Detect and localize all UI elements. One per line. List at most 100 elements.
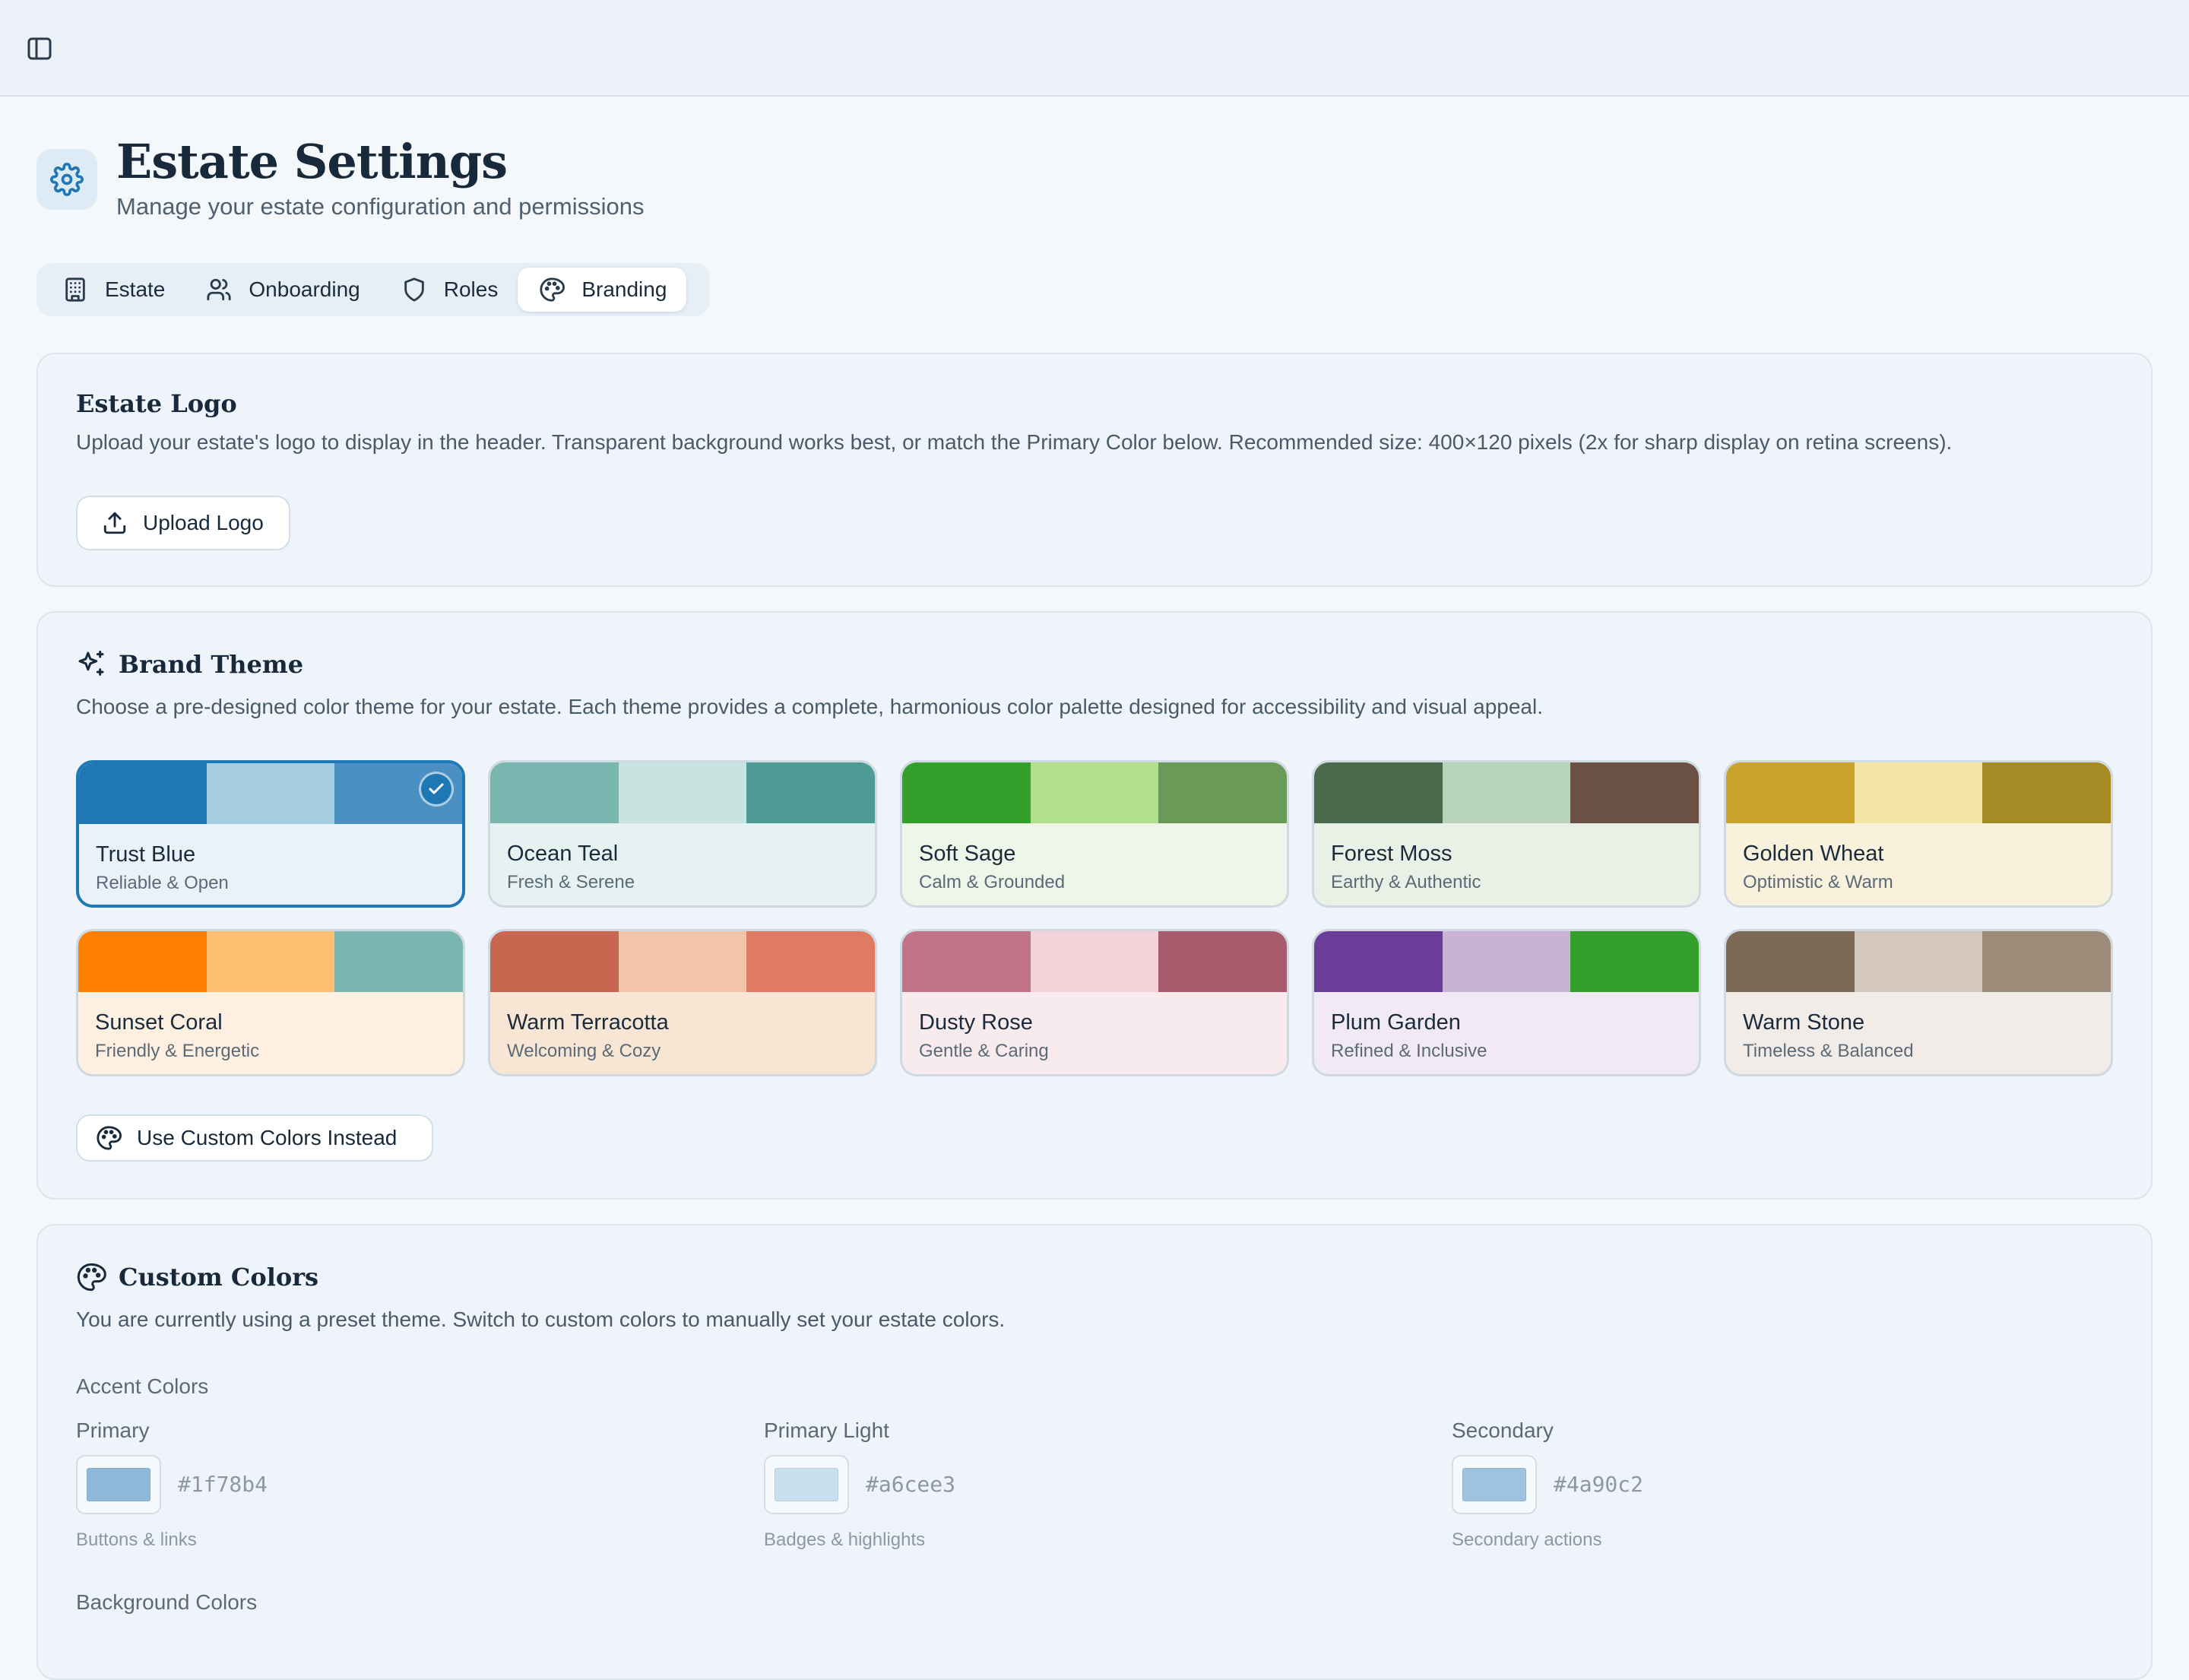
primary-light-color-hint: Badges & highlights bbox=[764, 1529, 926, 1550]
theme-card[interactable]: Ocean Teal Fresh & Serene bbox=[488, 760, 877, 908]
theme-swatch bbox=[79, 763, 207, 824]
theme-swatches bbox=[79, 763, 462, 824]
background-colors-label: Background Colors bbox=[76, 1590, 258, 1614]
theme-swatch bbox=[1158, 931, 1287, 992]
theme-card[interactable]: Warm Stone Timeless & Balanced bbox=[1724, 929, 2113, 1076]
theme-swatch bbox=[490, 931, 619, 992]
estate-logo-card: Estate Logo Upload your estate's logo to… bbox=[36, 353, 2153, 587]
theme-name: Sunset Coral bbox=[95, 1010, 223, 1035]
theme-swatch bbox=[78, 931, 207, 992]
custom-colors-description: You are currently using a preset theme. … bbox=[76, 1308, 1006, 1331]
theme-swatches bbox=[1726, 762, 2111, 823]
tab-estate[interactable]: Estate bbox=[41, 268, 185, 312]
theme-swatch bbox=[1442, 762, 1571, 823]
primary-color-label: Primary bbox=[76, 1418, 150, 1442]
tab-onboarding[interactable]: Onboarding bbox=[185, 268, 379, 312]
theme-swatch bbox=[1158, 762, 1287, 823]
theme-swatch bbox=[1030, 762, 1159, 823]
brand-theme-header: Brand Theme bbox=[76, 649, 303, 680]
theme-tagline: Refined & Inclusive bbox=[1331, 1041, 1487, 1061]
upload-logo-label: Upload Logo bbox=[143, 511, 264, 534]
brand-theme-description: Choose a pre-designed color theme for yo… bbox=[76, 695, 1543, 718]
theme-swatch bbox=[1726, 931, 1855, 992]
primary-color-preview bbox=[87, 1468, 150, 1501]
page-subtitle: Manage your estate configuration and per… bbox=[116, 193, 645, 220]
theme-swatch bbox=[746, 762, 875, 823]
primary-light-color-swatch[interactable] bbox=[764, 1455, 849, 1514]
theme-card[interactable]: Sunset Coral Friendly & Energetic bbox=[76, 929, 465, 1076]
secondary-color-hint: Secondary actions bbox=[1452, 1529, 1602, 1550]
theme-swatches bbox=[902, 762, 1287, 823]
theme-tagline: Welcoming & Cozy bbox=[507, 1041, 661, 1061]
theme-card[interactable]: Soft Sage Calm & Grounded bbox=[900, 760, 1289, 908]
tab-label: Estate bbox=[105, 277, 166, 301]
users-icon bbox=[206, 277, 232, 303]
theme-swatch bbox=[902, 931, 1031, 992]
theme-tagline: Earthy & Authentic bbox=[1331, 872, 1481, 892]
primary-light-color-hex[interactable]: #a6cee3 bbox=[866, 1472, 955, 1497]
primary-light-color-preview bbox=[775, 1468, 838, 1501]
sidebar-toggle-icon[interactable] bbox=[27, 37, 52, 60]
tab-branding[interactable]: Branding bbox=[518, 268, 687, 312]
theme-name: Forest Moss bbox=[1331, 842, 1452, 866]
tab-label: Onboarding bbox=[249, 277, 360, 301]
theme-swatch bbox=[1442, 931, 1571, 992]
theme-card[interactable]: Dusty Rose Gentle & Caring bbox=[900, 929, 1289, 1076]
theme-swatch bbox=[902, 762, 1031, 823]
tab-label: Branding bbox=[581, 277, 667, 301]
theme-swatches bbox=[902, 931, 1287, 992]
secondary-color-swatch[interactable] bbox=[1452, 1455, 1537, 1514]
theme-tagline: Friendly & Energetic bbox=[95, 1041, 260, 1061]
theme-card[interactable]: Warm Terracotta Welcoming & Cozy bbox=[488, 929, 877, 1076]
tab-roles[interactable]: Roles bbox=[380, 268, 518, 312]
theme-name: Trust Blue bbox=[96, 842, 196, 867]
custom-colors-header: Custom Colors bbox=[76, 1262, 318, 1292]
estate-logo-title: Estate Logo bbox=[76, 389, 237, 418]
theme-swatch bbox=[206, 931, 335, 992]
theme-name: Plum Garden bbox=[1331, 1010, 1461, 1035]
theme-card[interactable]: Forest Moss Earthy & Authentic bbox=[1312, 760, 1701, 908]
shield-icon bbox=[401, 277, 427, 303]
secondary-color-hex[interactable]: #4a90c2 bbox=[1554, 1472, 1643, 1497]
palette-icon bbox=[96, 1125, 122, 1151]
brand-theme-card: Brand Theme Choose a pre-designed color … bbox=[36, 611, 2153, 1200]
theme-swatch bbox=[618, 762, 747, 823]
theme-swatch bbox=[1030, 931, 1159, 992]
settings-tabs: Estate Onboarding Roles Branding bbox=[36, 263, 710, 316]
theme-name: Ocean Teal bbox=[507, 842, 619, 866]
palette-icon bbox=[76, 1262, 106, 1292]
theme-card[interactable]: Plum Garden Refined & Inclusive bbox=[1312, 929, 1701, 1076]
top-bar bbox=[0, 0, 2189, 97]
upload-icon bbox=[102, 510, 128, 536]
theme-name: Warm Stone bbox=[1743, 1010, 1865, 1035]
theme-swatches bbox=[1314, 931, 1699, 992]
brand-theme-title: Brand Theme bbox=[119, 650, 304, 679]
sparkles-icon bbox=[76, 649, 106, 680]
theme-swatch bbox=[1314, 931, 1443, 992]
upload-logo-button[interactable]: Upload Logo bbox=[76, 496, 290, 550]
theme-swatch bbox=[618, 931, 747, 992]
theme-name: Golden Wheat bbox=[1743, 842, 1884, 866]
use-custom-colors-label: Use Custom Colors Instead bbox=[137, 1126, 398, 1149]
theme-tagline: Optimistic & Warm bbox=[1743, 872, 1893, 892]
theme-swatch bbox=[490, 762, 619, 823]
theme-name: Soft Sage bbox=[919, 842, 1016, 866]
theme-card[interactable]: Trust Blue Reliable & Open bbox=[76, 760, 465, 908]
primary-color-swatch[interactable] bbox=[76, 1455, 161, 1514]
accent-colors-label: Accent Colors bbox=[76, 1374, 209, 1398]
theme-tagline: Gentle & Caring bbox=[919, 1041, 1049, 1061]
primary-color-hex[interactable]: #1f78b4 bbox=[178, 1472, 268, 1497]
use-custom-colors-button[interactable]: Use Custom Colors Instead bbox=[76, 1114, 433, 1162]
settings-badge bbox=[36, 149, 97, 210]
theme-tagline: Reliable & Open bbox=[96, 873, 229, 893]
theme-card[interactable]: Golden Wheat Optimistic & Warm bbox=[1724, 760, 2113, 908]
check-icon bbox=[421, 774, 451, 804]
theme-swatch bbox=[207, 763, 334, 824]
theme-swatch bbox=[1726, 762, 1855, 823]
theme-name: Dusty Rose bbox=[919, 1010, 1033, 1035]
theme-tagline: Calm & Grounded bbox=[919, 872, 1066, 892]
gear-icon bbox=[50, 163, 84, 196]
theme-swatch bbox=[1854, 931, 1983, 992]
theme-swatch bbox=[334, 931, 463, 992]
theme-swatch bbox=[746, 931, 875, 992]
